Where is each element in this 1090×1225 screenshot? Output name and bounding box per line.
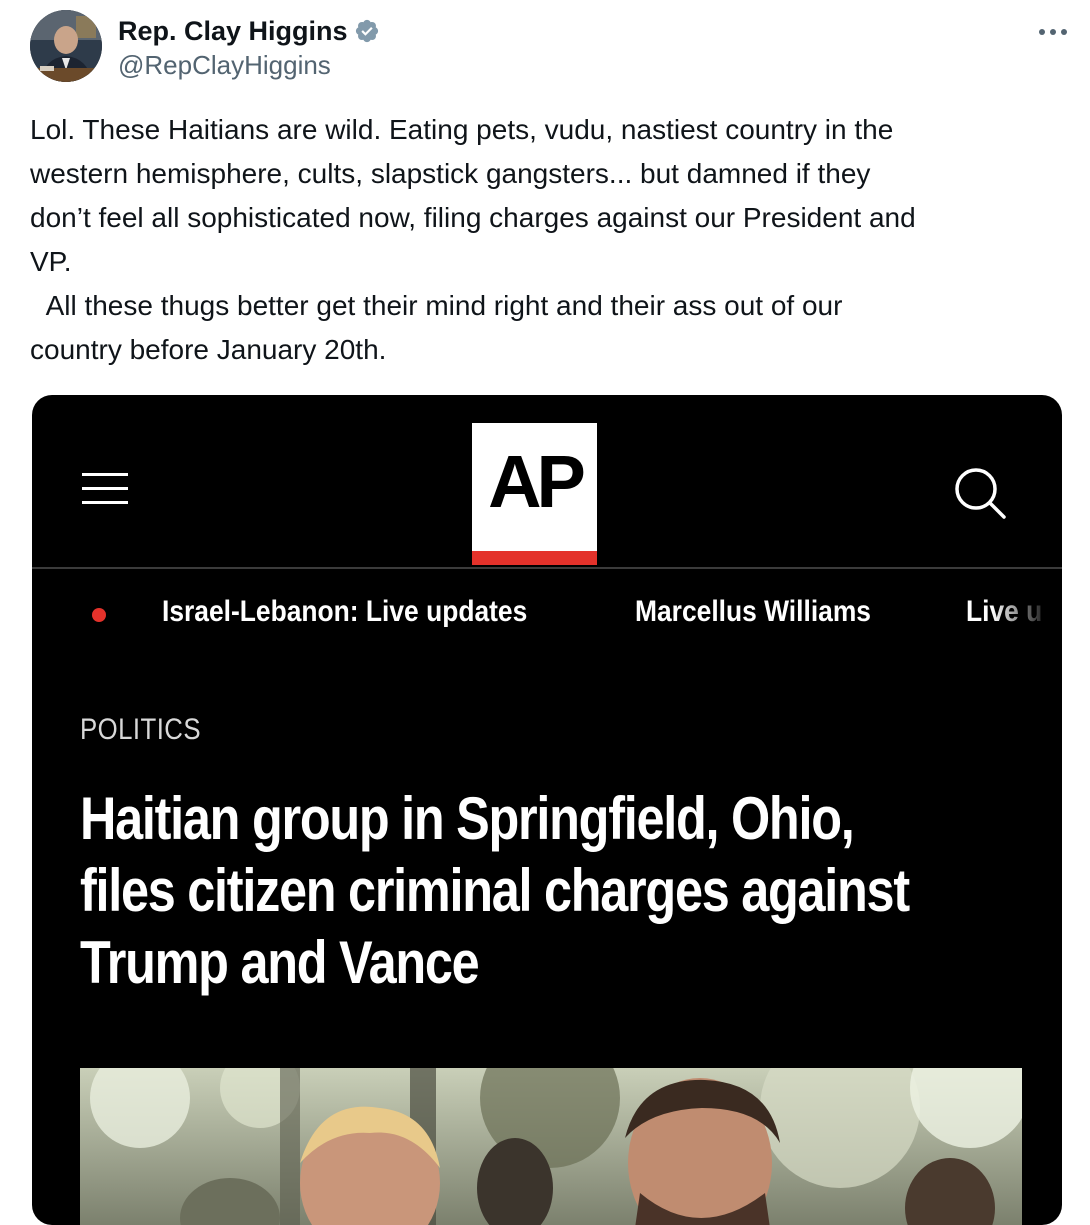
tweet-text: Lol. These Haitians are wild. Eating pet… xyxy=(30,114,916,365)
author-handle[interactable]: @RepClayHiggins xyxy=(118,50,380,81)
ticker-fade xyxy=(992,569,1062,661)
article-headline: Haitian group in Springfield, Ohio, file… xyxy=(80,785,910,996)
ap-topbar: AP xyxy=(32,395,1062,569)
article-section-label: POLITICS xyxy=(80,713,202,746)
author-name-row: Rep. Clay Higgins xyxy=(118,14,380,48)
ap-logo-text: AP xyxy=(488,440,586,523)
article-hero-photo xyxy=(80,1068,1022,1225)
author-name[interactable]: Rep. Clay Higgins xyxy=(118,16,348,47)
avatar-photo xyxy=(30,10,102,82)
ap-trending-ticker: Israel-Lebanon: Live updates Marcellus W… xyxy=(32,569,1062,661)
ap-logo: AP xyxy=(472,423,597,565)
ticker-item-marcellus-williams: Marcellus Williams xyxy=(635,595,871,628)
more-horizontal-icon[interactable] xyxy=(1036,22,1070,42)
ap-logo-accent-bar xyxy=(472,551,597,565)
verified-badge-icon xyxy=(354,18,380,44)
ticker-item-israel-lebanon: Israel-Lebanon: Live updates xyxy=(162,595,528,628)
hamburger-menu-icon xyxy=(82,473,128,509)
author-avatar[interactable] xyxy=(30,10,102,82)
search-icon xyxy=(952,465,1010,523)
live-indicator-dot xyxy=(92,608,106,622)
tweet-header: Rep. Clay Higgins @RepClayHiggins xyxy=(30,10,1070,85)
tweet-media-image[interactable]: AP Israel-Lebanon: Live updates Marcellu… xyxy=(32,395,1062,1225)
author-info: Rep. Clay Higgins @RepClayHiggins xyxy=(118,14,380,81)
